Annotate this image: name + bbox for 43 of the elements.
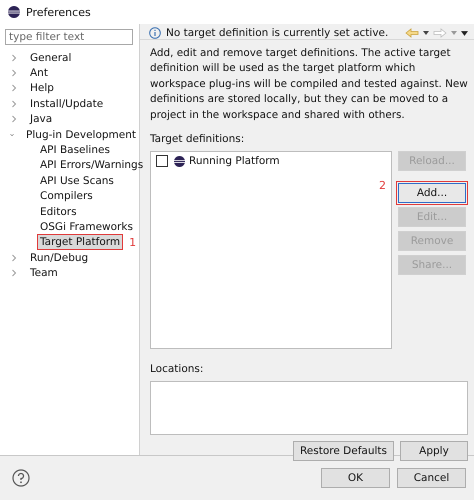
tree-item[interactable]: Team [27, 265, 61, 282]
page-button[interactable]: Apply [400, 441, 468, 462]
dropdown-icon[interactable] [423, 31, 429, 35]
eclipse-icon [8, 6, 20, 18]
expand-icon[interactable] [10, 69, 18, 78]
tree-item[interactable]: Target Platform [37, 234, 124, 250]
tree-item[interactable]: Install/Update [27, 96, 106, 112]
tree-item[interactable]: API Errors/Warnings [37, 157, 146, 174]
tree-item[interactable]: General [27, 50, 74, 66]
help-icon[interactable] [12, 469, 30, 487]
status-message: No target definition is currently set active. [166, 27, 390, 39]
expand-icon[interactable] [10, 54, 18, 62]
section-label: Target definitions: [150, 133, 246, 148]
expand-icon[interactable] [10, 254, 18, 262]
tree-item[interactable]: Run/Debug [27, 250, 92, 266]
tree-item[interactable]: API Baselines [37, 142, 113, 158]
annotation-number: 1 [129, 236, 136, 249]
list-item[interactable]: Running Platform [189, 155, 280, 168]
section-label: Locations: [150, 363, 204, 378]
expand-icon[interactable] [10, 269, 18, 278]
tree-item[interactable]: Compilers [37, 188, 96, 204]
action-button[interactable]: Add... [398, 183, 466, 204]
tree-item[interactable]: API Use Scans [37, 172, 117, 189]
eclipse-icon [174, 156, 185, 167]
annotation-number: 2 [379, 179, 386, 192]
checkbox[interactable] [156, 155, 168, 168]
tree-item[interactable]: OSGi Frameworks [37, 219, 136, 235]
menu-icon[interactable] [461, 30, 468, 36]
tree-item[interactable]: Plug-in Development [23, 126, 139, 143]
tree-item[interactable]: Ant [27, 65, 51, 82]
expand-icon[interactable] [10, 84, 18, 92]
expand-icon[interactable] [10, 115, 18, 124]
page-button[interactable]: Restore Defaults [292, 441, 394, 462]
description-text: Add, edit and remove target definitions. The active target definition will be used as the target platform which workspace plug-ins will be compiled and tested against. New definitions are stored locally, but they can be moved to a project in the workspace and shared with others. [150, 46, 468, 123]
filter-field[interactable]: type filter text [5, 29, 133, 45]
tree-item[interactable]: Editors [37, 204, 80, 220]
dialog-button[interactable]: Cancel [397, 468, 466, 488]
dialog-button[interactable]: OK [321, 468, 390, 488]
info-icon [149, 27, 161, 39]
tree-item[interactable]: Java [27, 111, 56, 128]
tree-item[interactable]: Help [27, 80, 57, 96]
expand-icon[interactable] [10, 100, 18, 108]
window-title: Preferences [26, 6, 91, 18]
